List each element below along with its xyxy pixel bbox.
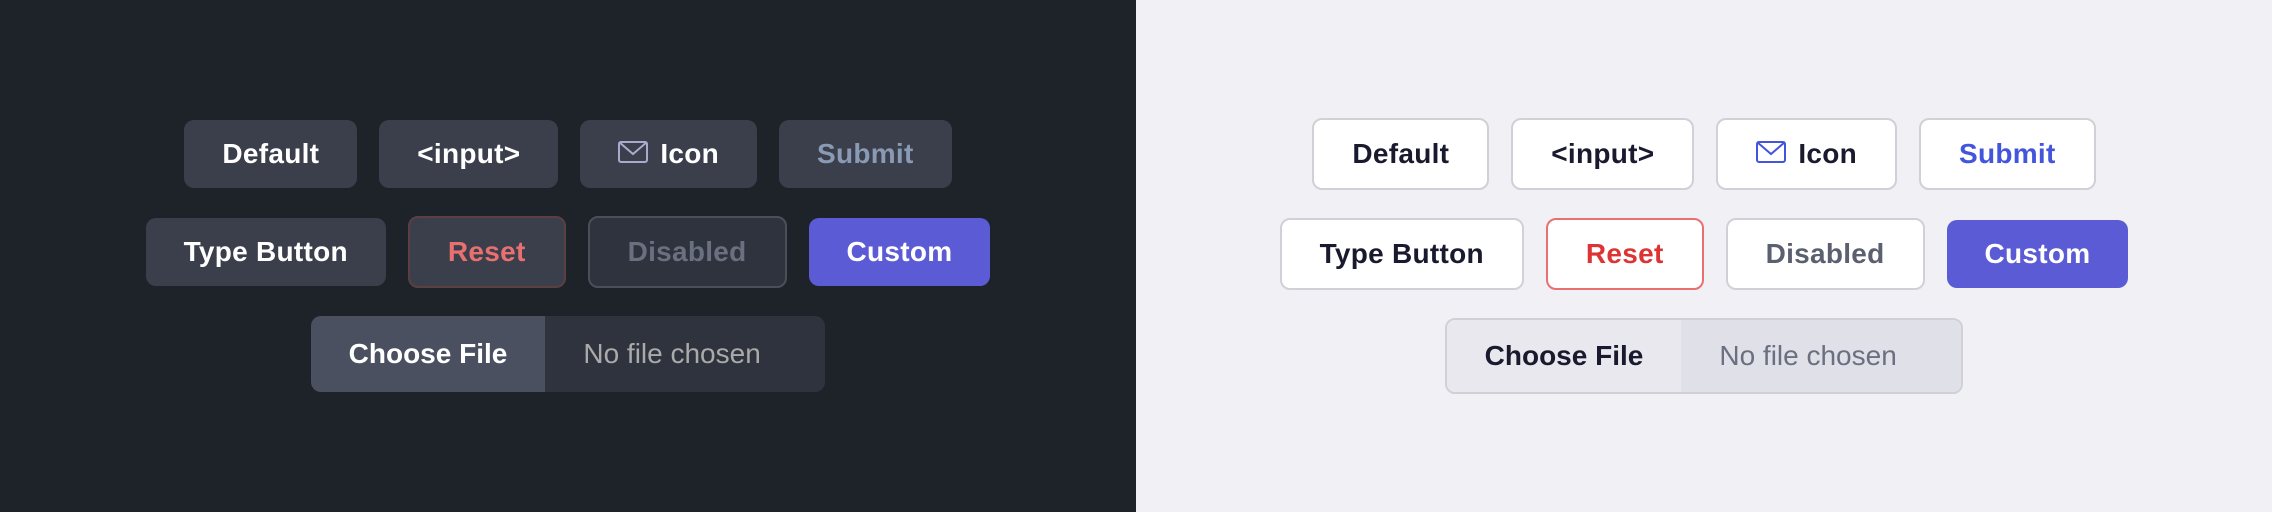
dark-file-input[interactable]: Choose File No file chosen: [311, 316, 826, 392]
dark-choose-file-button[interactable]: Choose File: [311, 316, 546, 392]
dark-input-button[interactable]: <input>: [379, 120, 558, 188]
envelope-icon: [618, 138, 648, 170]
dark-row-2: Type Button Reset Disabled Custom: [146, 216, 991, 288]
light-typebutton-button[interactable]: Type Button: [1280, 218, 1524, 290]
light-row-2: Type Button Reset Disabled Custom: [1280, 218, 2129, 290]
dark-icon-button[interactable]: Icon: [580, 120, 757, 188]
dark-panel: Default <input> Icon Submit Type Button …: [0, 0, 1136, 512]
light-disabled-button: Disabled: [1726, 218, 1925, 290]
light-input-button[interactable]: <input>: [1511, 118, 1694, 190]
dark-row-1: Default <input> Icon Submit: [184, 120, 951, 188]
light-panel: Default <input> Icon Submit Type Button …: [1136, 0, 2272, 512]
light-file-input[interactable]: Choose File No file chosen: [1445, 318, 1964, 394]
light-row-1: Default <input> Icon Submit: [1312, 118, 2095, 190]
light-choose-file-button[interactable]: Choose File: [1447, 320, 1682, 392]
dark-typebutton-button[interactable]: Type Button: [146, 218, 386, 286]
light-submit-button[interactable]: Submit: [1919, 118, 2096, 190]
dark-submit-button[interactable]: Submit: [779, 120, 952, 188]
light-icon-button-label: Icon: [1798, 138, 1857, 170]
light-file-row: Choose File No file chosen: [1445, 318, 1964, 394]
dark-file-row: Choose File No file chosen: [311, 316, 826, 392]
dark-reset-button[interactable]: Reset: [408, 216, 566, 288]
envelope-icon-light: [1756, 138, 1786, 170]
dark-disabled-button: Disabled: [588, 216, 787, 288]
dark-custom-button[interactable]: Custom: [809, 218, 991, 286]
light-reset-button[interactable]: Reset: [1546, 218, 1704, 290]
dark-no-file-label: No file chosen: [545, 316, 825, 392]
dark-default-button[interactable]: Default: [184, 120, 357, 188]
dark-icon-button-label: Icon: [660, 138, 719, 170]
light-no-file-label: No file chosen: [1681, 320, 1961, 392]
light-default-button[interactable]: Default: [1312, 118, 1489, 190]
light-icon-button[interactable]: Icon: [1716, 118, 1897, 190]
light-custom-button[interactable]: Custom: [1947, 220, 2129, 288]
